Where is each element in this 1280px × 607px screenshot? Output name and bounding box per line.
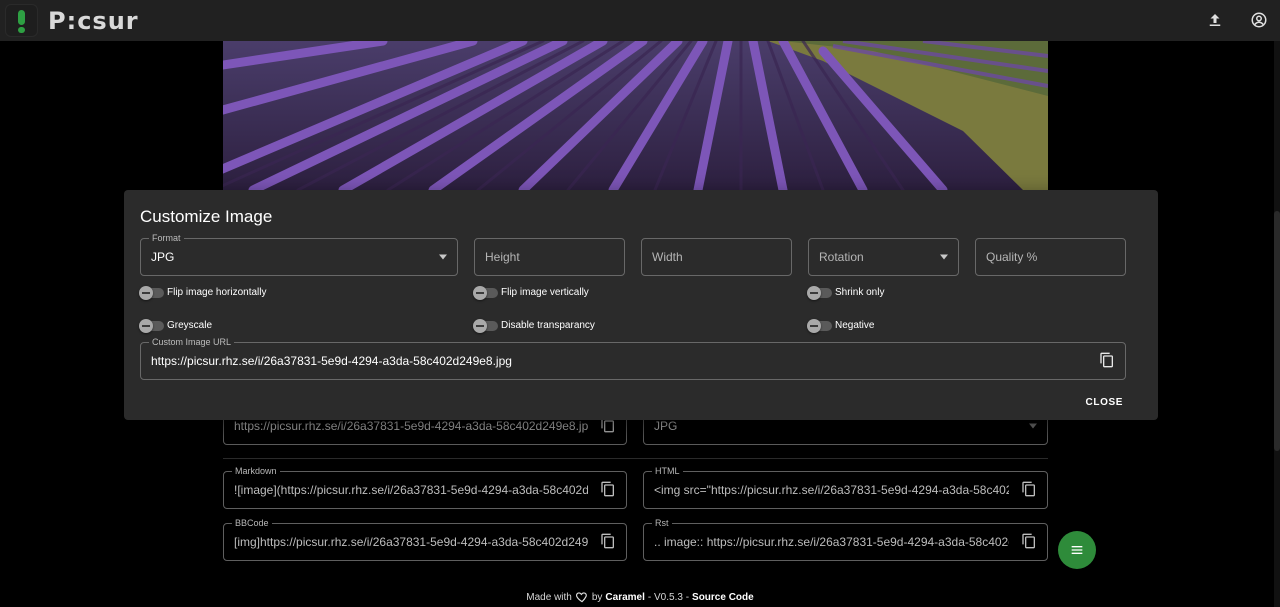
- bbcode-field[interactable]: BBCode [img]https://picsur.rhz.se/i/26a3…: [223, 517, 627, 561]
- toggle-switch[interactable]: [807, 318, 832, 333]
- markdown-field[interactable]: Markdown ![image](https://picsur.rhz.se/…: [223, 465, 627, 509]
- custom-image-url-field[interactable]: Custom Image URL https://picsur.rhz.se/i…: [140, 336, 1126, 380]
- customize-image-dialog: Customize Image Format JPG Height Width …: [124, 190, 1158, 420]
- shrink-only-label: Shrink only: [835, 287, 885, 298]
- chevron-down-icon: [439, 254, 447, 260]
- width-placeholder: Width: [652, 250, 683, 264]
- rotation-select[interactable]: Rotation: [808, 238, 959, 276]
- menu-fab-button[interactable]: [1058, 531, 1096, 569]
- top-bar: P:csur: [0, 0, 1280, 41]
- toggle-switch[interactable]: [473, 318, 498, 333]
- shrink-only-toggle[interactable]: Shrink only: [807, 285, 885, 300]
- toggle-switch[interactable]: [139, 285, 164, 300]
- footer: Made with by Caramel - V0.5.3 - Source C…: [0, 590, 1280, 604]
- html-value: <img src="https://picsur.rhz.se/i/26a378…: [654, 483, 1009, 497]
- app-name[interactable]: P:csur: [48, 7, 139, 35]
- chevron-down-icon: [940, 254, 948, 260]
- format-select[interactable]: Format JPG: [140, 232, 458, 276]
- close-button[interactable]: CLOSE: [1086, 397, 1123, 408]
- height-placeholder: Height: [485, 250, 520, 264]
- copy-icon[interactable]: [1021, 533, 1039, 551]
- bbcode-value: [img]https://picsur.rhz.se/i/26a37831-5e…: [234, 535, 588, 549]
- toggle-switch[interactable]: [807, 285, 832, 300]
- upload-icon[interactable]: [1204, 9, 1226, 31]
- copy-icon[interactable]: [1021, 481, 1039, 499]
- negative-label: Negative: [835, 320, 875, 331]
- disable-transparency-toggle[interactable]: Disable transparancy: [473, 318, 595, 333]
- heart-icon: [575, 590, 589, 604]
- logo-icon[interactable]: [5, 4, 38, 37]
- height-input[interactable]: Height: [474, 238, 625, 276]
- rst-field[interactable]: Rst .. image:: https://picsur.rhz.se/i/2…: [643, 517, 1048, 561]
- custom-url-value: https://picsur.rhz.se/i/26a37831-5e9d-42…: [151, 354, 512, 368]
- footer-author-link[interactable]: Caramel: [605, 592, 644, 603]
- copy-icon[interactable]: [600, 481, 618, 499]
- chevron-down-icon: [1029, 423, 1037, 429]
- greyscale-toggle[interactable]: Greyscale: [139, 318, 213, 333]
- flip-vertical-label: Flip image vertically: [501, 287, 589, 298]
- negative-toggle[interactable]: Negative: [807, 318, 875, 333]
- greyscale-label: Greyscale: [167, 320, 213, 331]
- quality-placeholder: Quality %: [986, 250, 1038, 264]
- source-code-link[interactable]: Source Code: [692, 592, 754, 603]
- toggle-switch[interactable]: [473, 285, 498, 300]
- copy-icon[interactable]: [1099, 352, 1117, 370]
- markdown-value: ![image](https://picsur.rhz.se/i/26a3783…: [234, 483, 588, 497]
- toggle-switch[interactable]: [139, 318, 164, 333]
- account-circle-icon[interactable]: [1248, 9, 1270, 31]
- html-field[interactable]: HTML <img src="https://picsur.rhz.se/i/2…: [643, 465, 1048, 509]
- scroll-thumb[interactable]: [1274, 211, 1280, 451]
- rotation-placeholder: Rotation: [819, 250, 864, 264]
- divider: [223, 458, 1048, 459]
- flip-horizontal-toggle[interactable]: Flip image horizontally: [139, 285, 267, 300]
- scrollbar[interactable]: [1274, 41, 1280, 607]
- footer-made-with: Made with: [526, 591, 572, 603]
- footer-by: by: [591, 591, 603, 603]
- flip-vertical-toggle[interactable]: Flip image vertically: [473, 285, 589, 300]
- footer-version: - V0.5.3 -: [647, 591, 690, 603]
- flip-horizontal-label: Flip image horizontally: [167, 287, 267, 298]
- disable-transparency-label: Disable transparancy: [501, 320, 595, 331]
- dialog-title: Customize Image: [140, 207, 273, 226]
- copy-icon[interactable]: [600, 533, 618, 551]
- quality-input[interactable]: Quality %: [975, 238, 1126, 276]
- rst-value: .. image:: https://picsur.rhz.se/i/26a37…: [654, 535, 1009, 549]
- width-input[interactable]: Width: [641, 238, 792, 276]
- format-value: JPG: [151, 250, 175, 264]
- menu-icon: [1071, 546, 1083, 554]
